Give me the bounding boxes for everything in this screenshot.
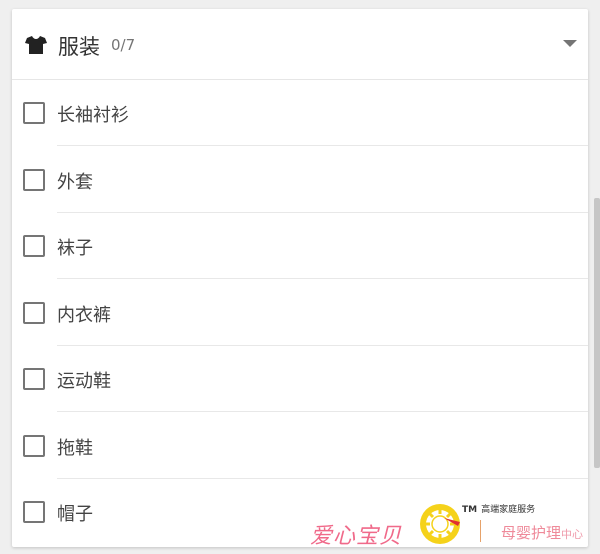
watermark-divider [480,520,481,542]
item-label: 袜子 [57,238,93,259]
item-label: 运动鞋 [57,371,111,392]
checkbox[interactable] [23,501,45,523]
checkbox[interactable] [23,302,45,324]
logo-icon [420,504,460,544]
watermark-center: 母婴护理中心 [501,522,583,543]
item-label: 帽子 [57,504,93,525]
group-title: 服装 [58,35,100,59]
checkbox[interactable] [23,102,45,124]
checkbox[interactable] [23,169,45,191]
scrollbar[interactable] [594,198,600,468]
divider [57,145,588,146]
trademark-label: TM [462,505,478,515]
list-item[interactable]: 运动鞋 [12,346,588,412]
checkbox[interactable] [23,368,45,390]
item-label: 外套 [57,172,93,193]
center-main-text: 母婴护理 [501,524,562,542]
chevron-down-icon[interactable] [563,40,577,47]
item-label: 长袖衬衫 [57,105,129,126]
group-progress-count: 0/7 [111,36,136,54]
item-label: 拖鞋 [57,438,93,459]
tagline-text: 高端家庭服务 [481,505,536,515]
watermark-brand: 爱心宝贝 [310,524,403,549]
checkbox[interactable] [23,235,45,257]
divider [57,411,588,412]
watermark: 爱心宝贝 TM 高端家庭服务 母婴护理中心 [308,498,598,550]
clothing-group-card: 服装 0/7 长袖衬衫 外套 袜子 内衣裤 运动鞋 拖鞋 帽子 [12,9,588,547]
group-header[interactable]: 服装 0/7 [12,9,588,80]
checkbox[interactable] [23,435,45,457]
list-item[interactable]: 袜子 [12,213,588,279]
watermark-tagline: TM 高端家庭服务 [462,502,535,515]
center-suffix-text: 中心 [561,528,584,541]
list-item[interactable]: 长袖衬衫 [12,80,588,146]
list-item[interactable]: 外套 [12,147,588,213]
divider [57,278,588,279]
shirt-icon [25,36,47,54]
item-label: 内衣裤 [57,305,111,326]
list-item[interactable]: 内衣裤 [12,280,588,346]
list-item[interactable]: 拖鞋 [12,413,588,479]
